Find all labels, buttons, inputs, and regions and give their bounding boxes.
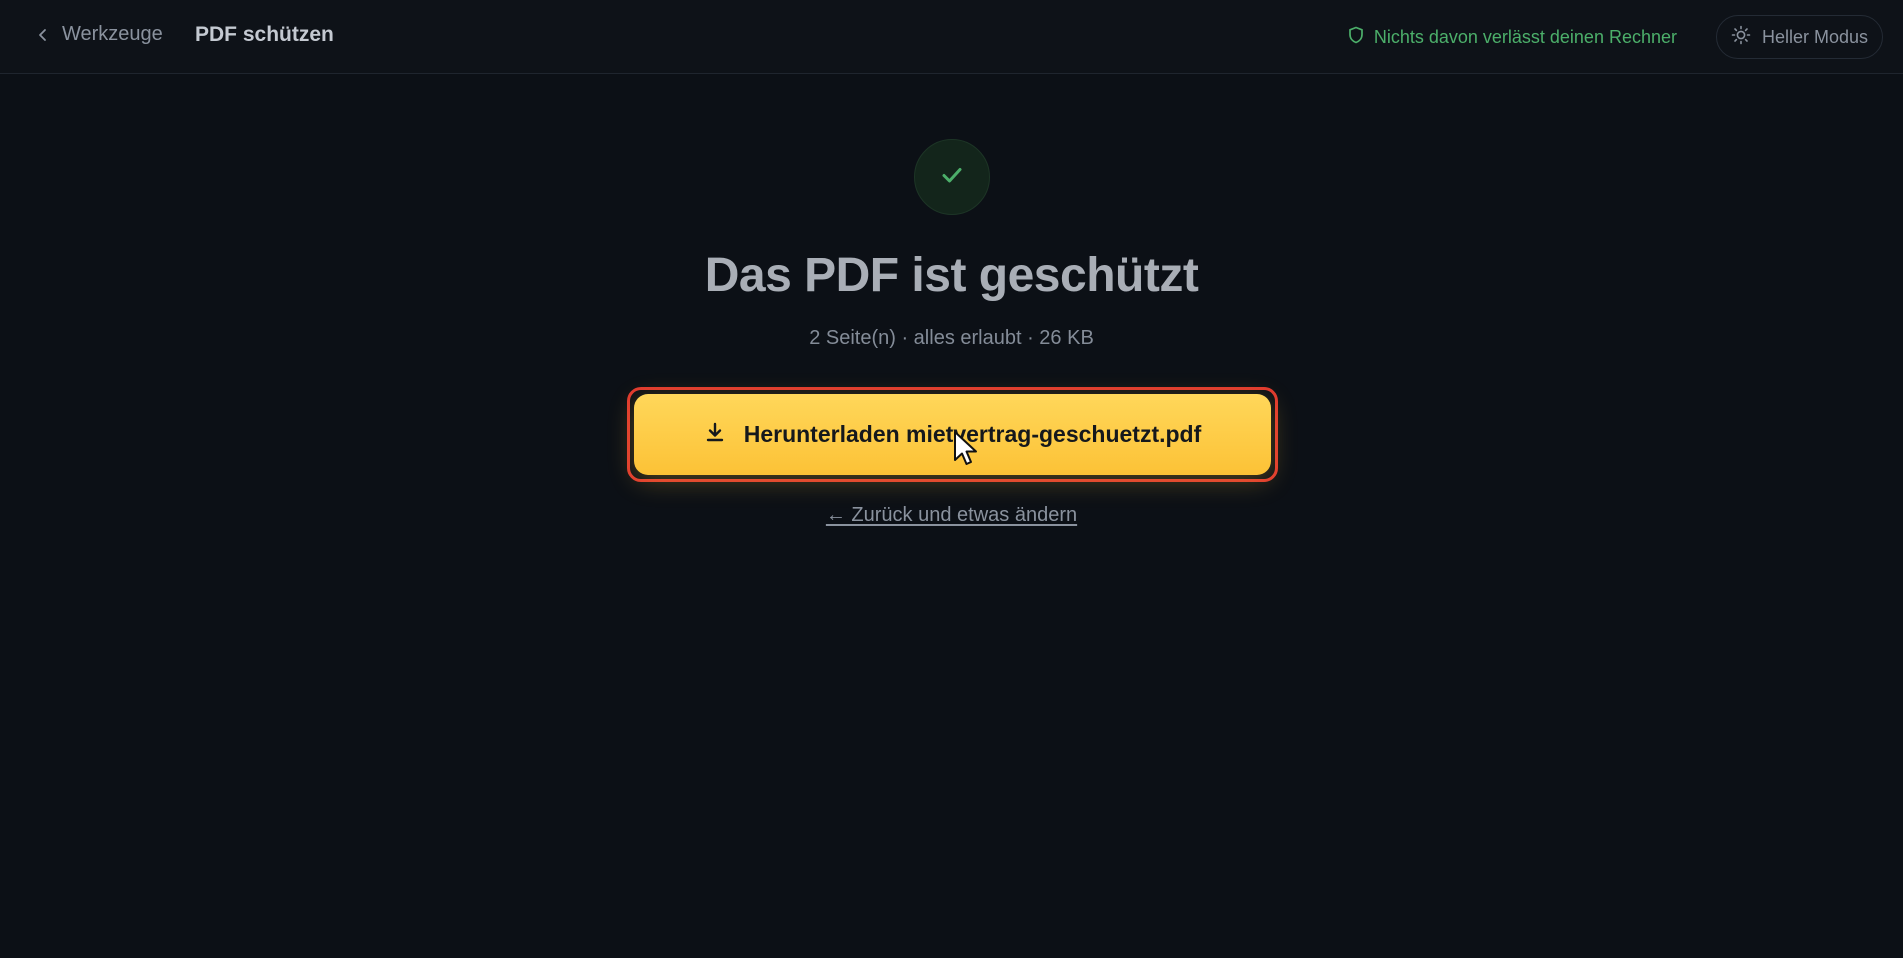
download-icon	[704, 421, 726, 449]
back-change-container: ← Zurück und etwas ändern	[0, 504, 1903, 527]
top-bar: Werkzeuge PDF schützen Nichts davon verl…	[0, 0, 1903, 74]
chevron-left-icon	[36, 28, 50, 42]
download-button[interactable]: Herunterladen mietvertrag-geschuetzt.pdf	[634, 394, 1271, 475]
theme-toggle-button[interactable]: Heller Modus	[1716, 15, 1883, 59]
back-and-change-link[interactable]: ← Zurück und etwas ändern	[826, 504, 1077, 526]
page-title: PDF schützen	[195, 23, 334, 46]
sun-icon	[1731, 25, 1751, 50]
shield-icon	[1348, 26, 1364, 49]
privacy-text: Nichts davon verlässt deinen Rechner	[1373, 27, 1677, 47]
success-heading: Das PDF ist geschützt	[704, 249, 1199, 302]
file-info-text: 2 Seite(n) · alles erlaubt · 26 KB	[809, 327, 1094, 349]
back-to-tools-link[interactable]: Werkzeuge	[36, 23, 163, 46]
back-link-label: Werkzeuge	[62, 23, 163, 45]
download-button-label: Herunterladen mietvertrag-geschuetzt.pdf	[743, 421, 1202, 447]
success-indicator	[914, 139, 990, 215]
privacy-badge: Nichts davon verlässt deinen Rechner	[1348, 26, 1677, 49]
theme-toggle-label: Heller Modus	[1761, 26, 1869, 47]
check-icon	[939, 162, 965, 193]
